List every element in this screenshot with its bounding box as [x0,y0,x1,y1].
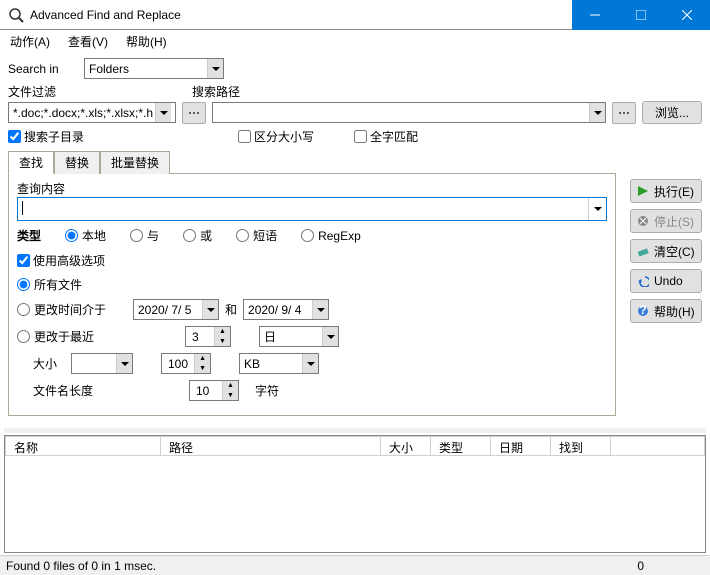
col-date[interactable]: 日期 [491,437,551,455]
size-number[interactable]: 100▲▼ [161,353,211,374]
date-to[interactable]: 2020/ 9/ 4 [243,299,329,320]
tab-replace[interactable]: 替换 [54,151,100,174]
col-type[interactable]: 类型 [431,437,491,455]
and-label: 和 [225,301,237,318]
recent-number[interactable]: 3▲▼ [185,326,231,347]
play-icon [636,184,650,198]
tab-batch[interactable]: 批量替换 [100,151,170,174]
undo-button[interactable]: Undo [630,269,702,293]
window-title: Advanced Find and Replace [30,8,572,22]
radio-local[interactable]: 本地 [65,227,106,244]
radio-regexp[interactable]: RegExp [301,229,361,243]
radio-phrase[interactable]: 短语 [236,227,277,244]
clear-button[interactable]: 清空(C) [630,239,702,263]
menu-view[interactable]: 查看(V) [64,31,112,52]
radio-or[interactable]: 或 [183,227,212,244]
close-button[interactable] [664,0,710,30]
execute-button[interactable]: 执行(E) [630,179,702,203]
stop-button[interactable]: 停止(S) [630,209,702,233]
search-path-label: 搜索路径 [192,83,240,100]
case-checkbox[interactable]: 区分大小写 [238,128,314,145]
browse-button[interactable]: 浏览... [642,101,702,124]
subdir-checkbox[interactable]: 搜索子目录 [8,128,84,145]
help-icon: ? [636,304,650,318]
file-filter-label: 文件过滤 [8,83,186,100]
whole-word-checkbox[interactable]: 全字匹配 [354,128,418,145]
radio-changed-between[interactable]: 更改时间介于 [17,301,127,318]
col-name[interactable]: 名称 [6,437,161,455]
help-button[interactable]: ?帮助(H) [630,299,702,323]
file-filter-combo[interactable]: *.doc;*.docx;*.xls;*.xlsx;*.h [8,102,176,123]
eraser-icon [636,244,650,258]
size-unit[interactable]: KB [239,353,319,374]
splitter[interactable] [4,428,706,433]
col-found[interactable]: 找到 [551,437,611,455]
results-list[interactable]: 名称 路径 大小 类型 日期 找到 [4,435,706,553]
results-header: 名称 路径 大小 类型 日期 找到 [5,436,705,456]
minimize-button[interactable] [572,0,618,30]
tabstrip: 查找 替换 批量替换 [8,151,616,174]
recent-unit[interactable]: 日 [259,326,339,347]
status-message: Found 0 files of 0 in 1 msec. [6,559,156,573]
stop-icon [636,214,650,228]
radio-and[interactable]: 与 [130,227,159,244]
undo-icon [636,274,650,288]
statusbar: Found 0 files of 0 in 1 msec. 0 [0,555,710,575]
namelen-label: 文件名长度 [17,382,107,399]
svg-text:?: ? [639,305,646,317]
status-count: 0 [637,559,704,573]
file-filter-more-button[interactable] [182,102,206,124]
app-icon [8,7,24,23]
search-in-combo[interactable]: Folders [84,58,224,79]
radio-all-files[interactable]: 所有文件 [17,276,82,293]
search-in-label: Search in [8,62,78,76]
query-input[interactable] [17,197,607,221]
menu-help[interactable]: 帮助(H) [122,31,171,52]
advanced-checkbox[interactable]: 使用高级选项 [17,252,105,269]
namelen-number[interactable]: 10▲▼ [189,380,239,401]
type-label: 类型 [17,227,41,244]
col-size[interactable]: 大小 [381,437,431,455]
maximize-button[interactable] [618,0,664,30]
menu-action[interactable]: 动作(A) [6,31,54,52]
titlebar: Advanced Find and Replace [0,0,710,30]
query-label: 查询内容 [17,180,607,197]
size-label: 大小 [17,355,65,372]
size-op[interactable] [71,353,133,374]
col-path[interactable]: 路径 [161,437,381,455]
tab-find[interactable]: 查找 [8,151,54,174]
namelen-unit: 字符 [255,382,279,399]
search-path-more-button[interactable] [612,102,636,124]
search-path-combo[interactable] [212,102,606,123]
menubar: 动作(A) 查看(V) 帮助(H) [0,30,710,52]
radio-changed-recent[interactable]: 更改于最近 [17,328,127,345]
date-from[interactable]: 2020/ 7/ 5 [133,299,219,320]
